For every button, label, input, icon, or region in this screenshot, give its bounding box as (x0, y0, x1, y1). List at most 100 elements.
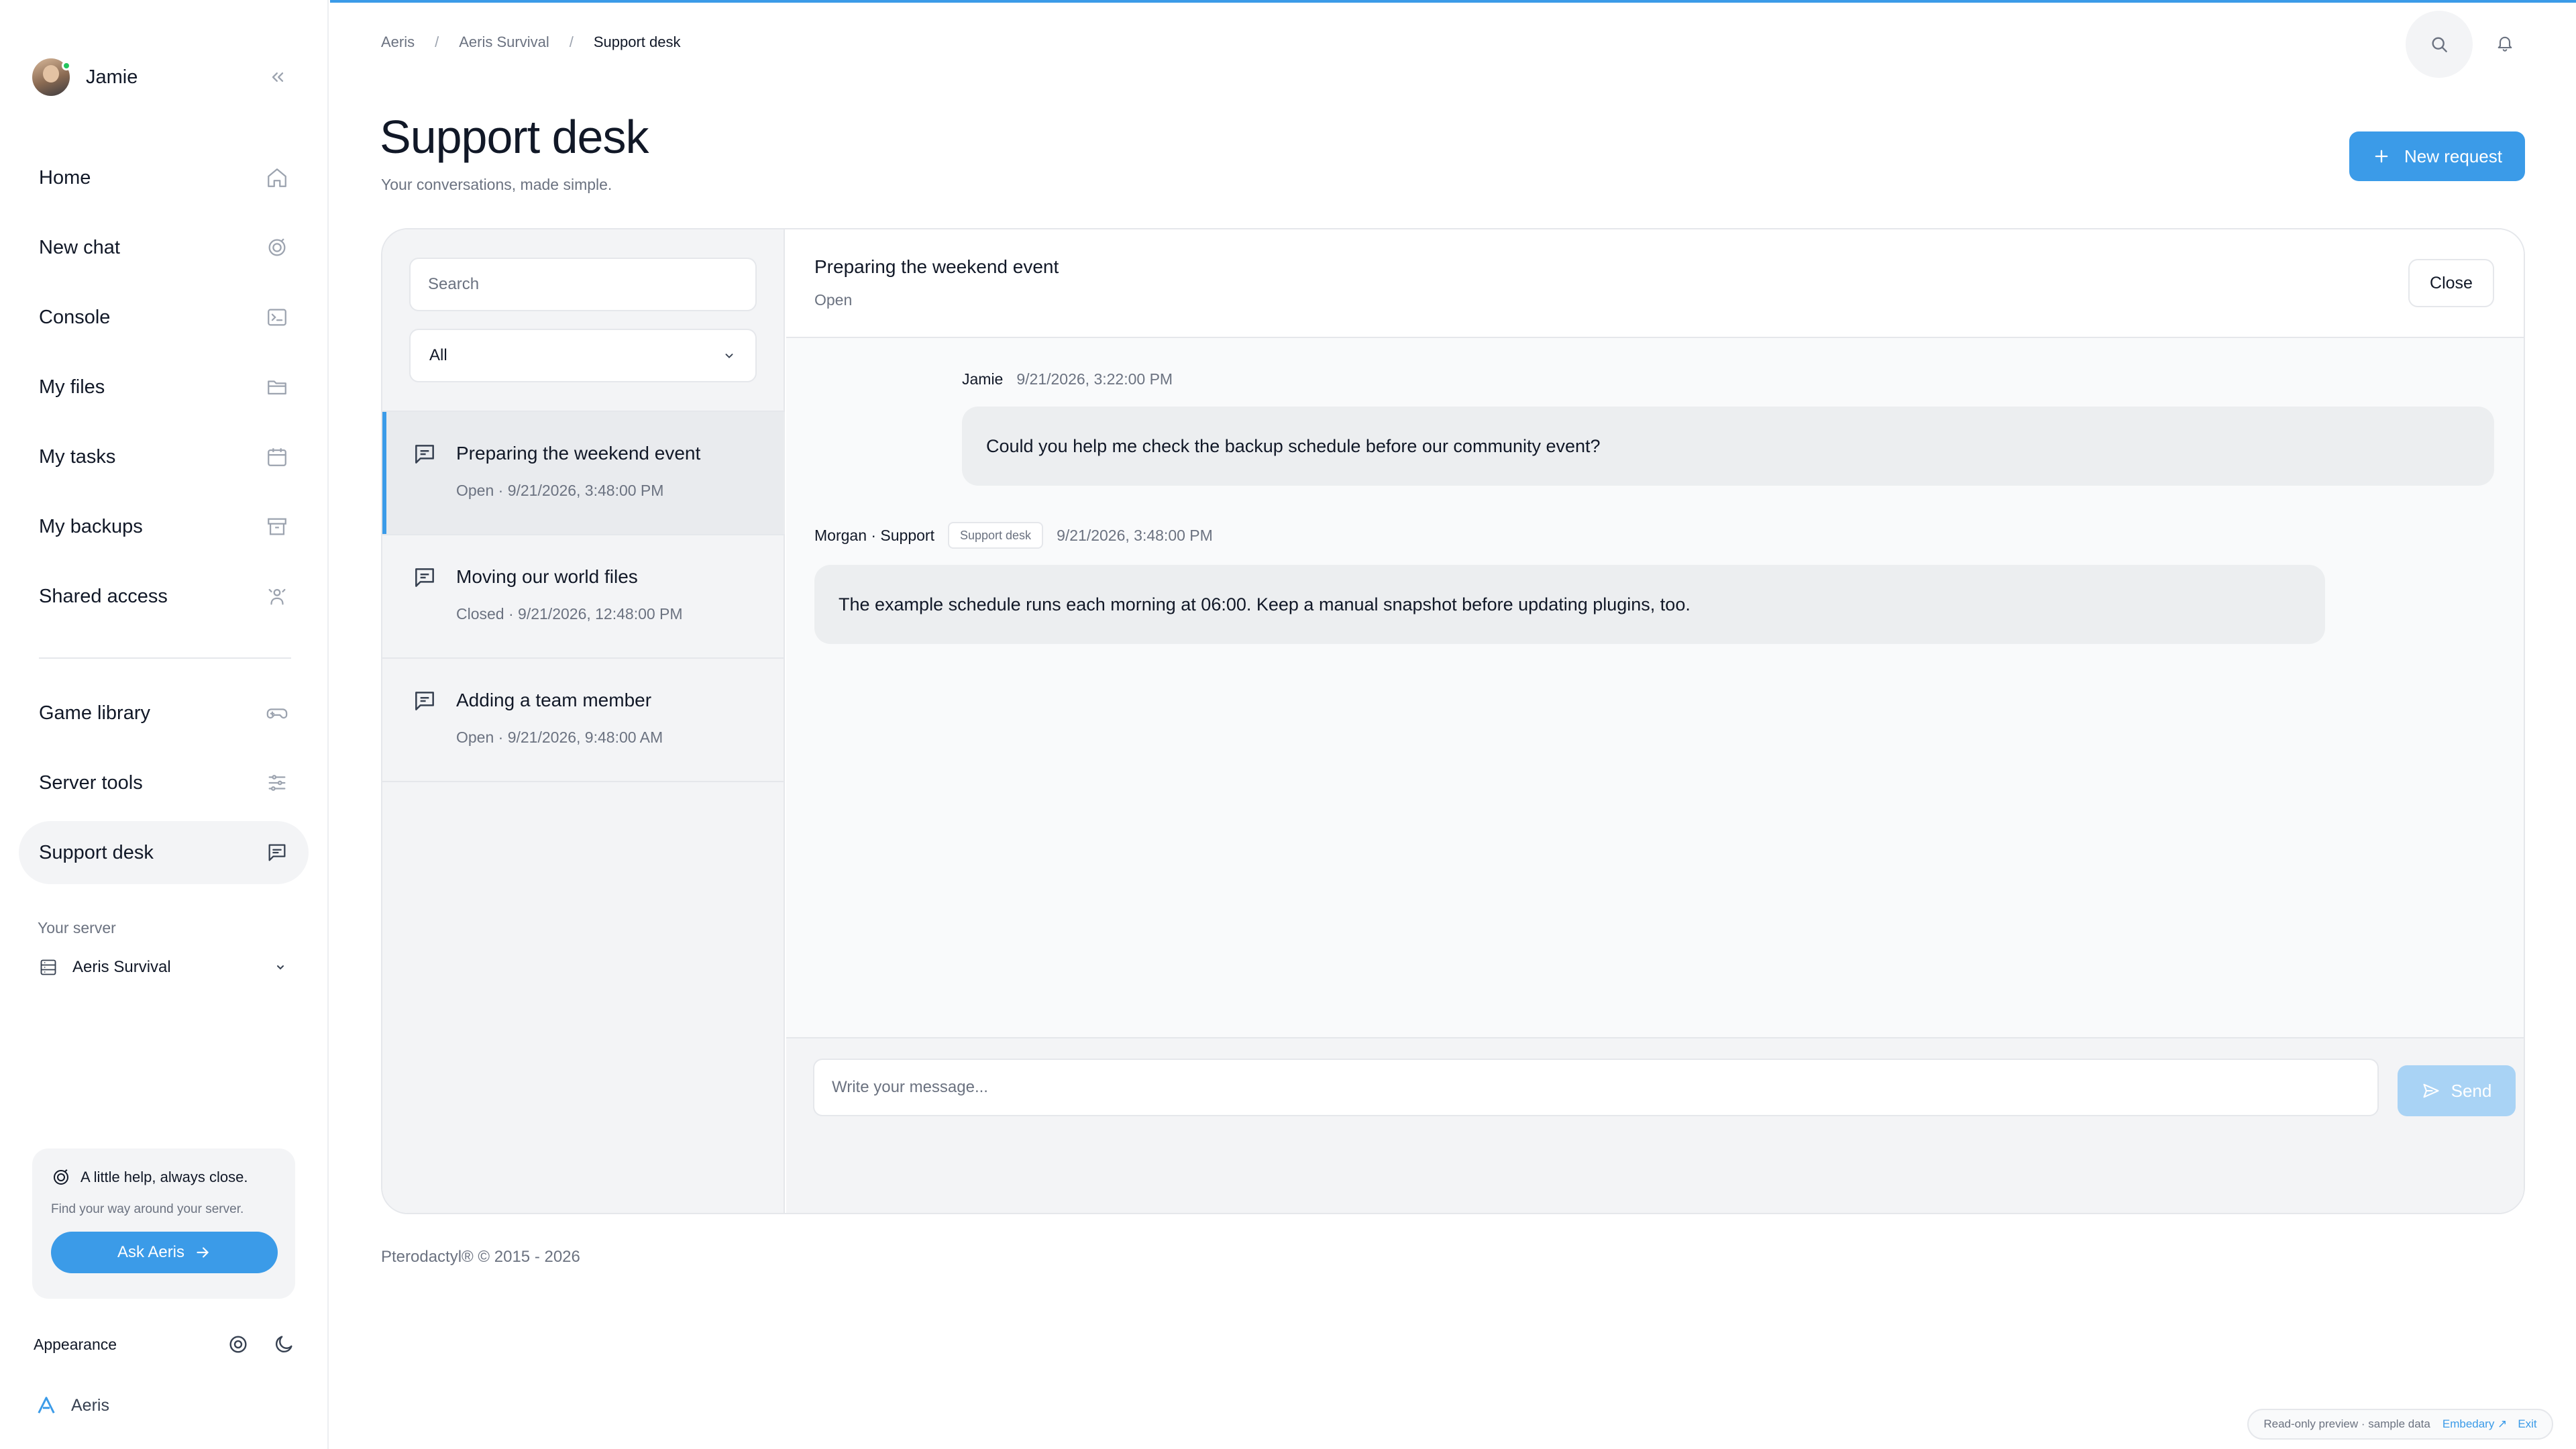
conversation-item[interactable]: Adding a team member Open · 9/21/2026, 9… (382, 659, 785, 781)
archive-icon (268, 518, 286, 535)
message-input[interactable]: Write your message... (813, 1059, 2379, 1116)
message-meta: Jamie 9/21/2026, 3:22:00 PM (962, 370, 1173, 388)
message-icon (415, 445, 434, 464)
new-request-button[interactable]: New request (2349, 131, 2525, 181)
chevron-down-icon (725, 354, 733, 359)
sidebar-item-label: My tasks (39, 445, 116, 468)
breadcrumb: Aeris / Aeris Survival / Support desk (381, 34, 681, 51)
server-section-label: Your server (38, 919, 116, 936)
sidebar-item-label: New chat (39, 236, 120, 258)
server-selector[interactable]: Aeris Survival (39, 953, 288, 982)
search-placeholder: Search (428, 275, 480, 293)
sidebar-item-home[interactable]: Home (19, 146, 309, 209)
sidebar-item-server-tools[interactable]: Server tools (19, 751, 309, 814)
collapse-sidebar-button[interactable] (262, 61, 294, 93)
sidebar-item-label: My backups (39, 515, 143, 537)
conversation-item[interactable]: Moving our world files Closed · 9/21/202… (382, 535, 785, 657)
calendar-icon (268, 448, 286, 466)
notifications-button[interactable] (2489, 27, 2521, 59)
sidebar-item-console[interactable]: Console (19, 286, 309, 349)
breadcrumb-separator: / (569, 34, 574, 50)
moon-icon[interactable] (272, 1333, 295, 1356)
sidebar-item-label: My files (39, 376, 105, 398)
conversation-meta: Closed · 9/21/2026, 12:48:00 PM (456, 605, 683, 623)
conversation-meta: Open · 9/21/2026, 9:48:00 AM (456, 729, 663, 746)
server-name: Aeris Survival (72, 958, 171, 976)
send-button[interactable]: Send (2398, 1065, 2516, 1116)
sliders-icon (268, 775, 286, 791)
thread-status: Open (814, 291, 853, 309)
support-panel: Search All Preparing the weekend event O… (381, 228, 2525, 1214)
sidebar-item-my-backups[interactable]: My backups (19, 495, 309, 558)
message-input-placeholder: Write your message... (832, 1078, 988, 1096)
conversation-thread: Preparing the weekend event Open Close J… (786, 229, 2524, 1213)
embedary-link[interactable]: Embedary ↗ (2443, 1417, 2507, 1431)
compose-area: Write your message... Send (786, 1037, 2524, 1213)
conversation-title: Moving our world files (456, 566, 638, 587)
new-request-label: New request (2404, 146, 2502, 166)
preview-text: Read-only preview · sample data (2263, 1417, 2430, 1430)
exit-preview-link[interactable]: Exit (2518, 1417, 2536, 1431)
gamepad-icon (266, 708, 288, 719)
help-card-title: A little help, always close. (51, 1167, 276, 1187)
progress-bar (330, 0, 2576, 3)
ask-aeris-button[interactable]: Ask Aeris (51, 1232, 278, 1273)
sidebar-item-shared-access[interactable]: Shared access (19, 565, 309, 628)
conversation-search-input[interactable]: Search (409, 258, 757, 311)
send-icon (2423, 1083, 2439, 1098)
help-card-title-text: A little help, always close. (80, 1169, 248, 1185)
chevrons-left-icon (272, 72, 284, 83)
message-meta: Morgan · Support Support desk 9/21/2026,… (814, 522, 1213, 549)
conversation-title: Preparing the weekend event (456, 443, 701, 464)
sidebar: Jamie Home New chat Console My files My … (0, 0, 329, 1449)
brand-name: Aeris (71, 1395, 109, 1415)
search-icon (2432, 37, 2447, 52)
terminal-icon (268, 309, 286, 326)
send-label: Send (2451, 1080, 2492, 1101)
sidebar-item-support-desk[interactable]: Support desk (19, 821, 309, 884)
breadcrumb-current: Support desk (593, 34, 681, 50)
sidebar-item-game-library[interactable]: Game library (19, 682, 309, 745)
message-time: 9/21/2026, 3:22:00 PM (1016, 370, 1173, 388)
breadcrumb-item[interactable]: Aeris Survival (459, 34, 549, 51)
message-text: Could you help me check the backup sched… (986, 435, 1601, 456)
user-menu[interactable]: Jamie (32, 55, 294, 99)
user-name: Jamie (86, 66, 138, 88)
page-title: Support desk (380, 111, 649, 163)
folder-icon (268, 380, 286, 395)
status-filter-select[interactable]: All (409, 329, 757, 382)
global-search-button[interactable] (2406, 11, 2473, 78)
conversation-title: Adding a team member (456, 690, 652, 710)
conversation-meta: Open · 9/21/2026, 3:48:00 PM (456, 482, 664, 499)
preview-banner: Read-only preview · sample data Embedary… (2247, 1409, 2553, 1440)
support-badge: Support desk (947, 522, 1044, 549)
conversation-item[interactable]: Preparing the weekend event Open · 9/21/… (382, 412, 785, 534)
arrow-right-icon (197, 1247, 209, 1258)
message-text: The example schedule runs each morning a… (839, 594, 1690, 614)
sidebar-item-label: Game library (39, 702, 150, 724)
page-subtitle: Your conversations, made simple. (381, 176, 612, 193)
sidebar-item-label: Support desk (39, 841, 154, 863)
close-conversation-button[interactable]: Close (2408, 259, 2494, 307)
thread-title: Preparing the weekend event (814, 256, 1059, 277)
appearance-label: Appearance (34, 1335, 117, 1353)
message-icon (415, 568, 434, 587)
ask-aeris-label: Ask Aeris (117, 1243, 185, 1261)
appearance-row: Appearance (34, 1330, 295, 1359)
message-bubble-outgoing: Could you help me check the backup sched… (962, 407, 2494, 486)
help-card-subtitle: Find your way around your server. (51, 1202, 244, 1216)
home-icon (268, 168, 286, 187)
message-icon (415, 692, 434, 710)
list-divider (382, 781, 785, 782)
sidebar-divider (39, 657, 291, 659)
sidebar-item-my-tasks[interactable]: My tasks (19, 425, 309, 488)
system-theme-icon[interactable] (227, 1333, 250, 1356)
message-time: 9/21/2026, 3:48:00 PM (1057, 526, 1213, 544)
sparkle-icon (54, 1169, 68, 1185)
bell-icon (2498, 36, 2512, 52)
breadcrumb-item[interactable]: Aeris (381, 34, 415, 51)
avatar-wrap (32, 58, 71, 96)
sidebar-item-my-files[interactable]: My files (19, 356, 309, 419)
sidebar-item-new-chat[interactable]: New chat (19, 216, 309, 279)
footer-copyright: Pterodactyl® © 2015 - 2026 (381, 1248, 580, 1266)
